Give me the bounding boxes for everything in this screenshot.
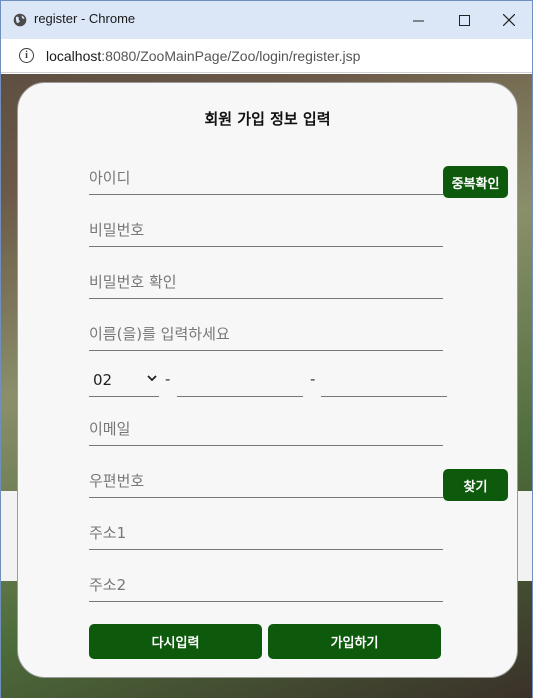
url-host: localhost: [46, 48, 102, 64]
submit-button[interactable]: 가입하기: [268, 624, 441, 659]
password-confirm-input[interactable]: [89, 265, 443, 299]
minimize-icon: [412, 20, 424, 21]
register-form-card: 회원 가입 정보 입력 중복확인 02 - - 찾기 다시입력 가입하기: [17, 82, 518, 678]
url-path: :8080/ZooMainPage/Zoo/login/register.jsp: [101, 48, 361, 64]
address-bar[interactable]: i localhost:8080/ZooMainPage/Zoo/login/r…: [1, 39, 532, 73]
title-bar: register - Chrome: [1, 1, 532, 39]
close-icon: [503, 14, 515, 26]
chevron-down-icon: [147, 375, 157, 382]
maximize-button[interactable]: [441, 1, 487, 39]
reset-button[interactable]: 다시입력: [89, 624, 262, 659]
phone-prefix-value: 02: [93, 370, 113, 389]
minimize-button[interactable]: [395, 1, 441, 39]
email-input[interactable]: [89, 412, 443, 446]
globe-icon: [13, 13, 27, 27]
phone-prefix-select[interactable]: 02: [89, 363, 159, 397]
site-info-icon[interactable]: i: [19, 48, 34, 63]
find-address-button[interactable]: 찾기: [443, 469, 508, 501]
name-input[interactable]: [89, 317, 443, 351]
chrome-window: register - Chrome i localhost:8080/ZooMa…: [0, 0, 533, 698]
id-input[interactable]: [89, 161, 443, 195]
address1-input[interactable]: [89, 516, 443, 550]
url-text[interactable]: localhost:8080/ZooMainPage/Zoo/login/reg…: [46, 48, 360, 64]
password-input[interactable]: [89, 213, 443, 247]
zipcode-input[interactable]: [89, 464, 443, 498]
maximize-icon: [458, 14, 470, 26]
phone-separator-2: -: [310, 370, 316, 388]
form-title: 회원 가입 정보 입력: [204, 110, 331, 128]
phone-separator-1: -: [165, 370, 171, 388]
duplicate-check-button[interactable]: 중복확인: [443, 166, 508, 198]
phone-last-input[interactable]: [321, 363, 447, 397]
window-title: register - Chrome: [34, 11, 136, 26]
close-window-button[interactable]: [486, 1, 532, 39]
page-content: 회원 가입 정보 입력 중복확인 02 - - 찾기 다시입력 가입하기: [1, 74, 532, 698]
address2-input[interactable]: [89, 568, 443, 602]
phone-middle-input[interactable]: [177, 363, 303, 397]
